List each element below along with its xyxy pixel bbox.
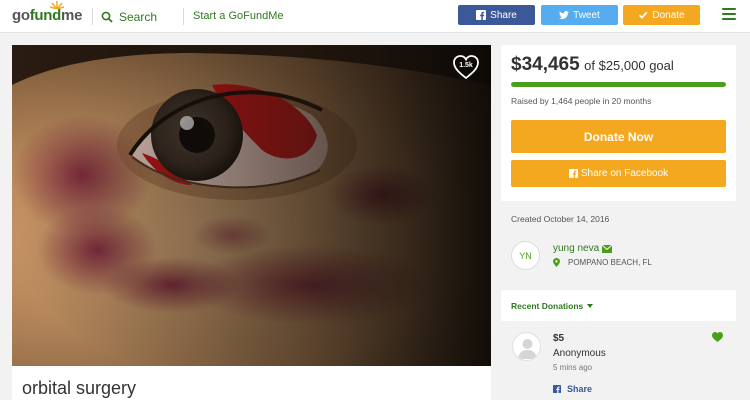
header-divider bbox=[92, 8, 93, 25]
share-on-facebook-button[interactable]: Share on Facebook bbox=[511, 160, 726, 187]
goal-text: of $25,000 goal bbox=[584, 58, 674, 73]
logo-fund-text: fund bbox=[29, 7, 62, 24]
user-silhouette-icon bbox=[518, 339, 537, 359]
start-gofundme-link[interactable]: Start a GoFundMe bbox=[193, 10, 284, 22]
facebook-icon bbox=[553, 385, 561, 393]
facebook-share-label: Share bbox=[490, 9, 517, 21]
donation-amount: $5 bbox=[553, 333, 565, 344]
donation-time: 5 mins ago bbox=[553, 363, 593, 372]
logo-burst-icon bbox=[50, 1, 64, 9]
search-icon bbox=[101, 11, 113, 23]
organizer-avatar: YN bbox=[511, 241, 540, 270]
donation-summary-card: $34,465 of $25,000 goal Raised by 1,464 … bbox=[501, 45, 736, 201]
organizer-name-link[interactable]: yung neva bbox=[553, 243, 613, 254]
header-donate-button[interactable]: Donate bbox=[623, 5, 700, 25]
header-donate-label: Donate bbox=[652, 9, 685, 21]
raised-amount: $34,465 bbox=[511, 54, 580, 75]
recent-donations-header[interactable]: Recent Donations bbox=[501, 290, 736, 321]
facebook-icon bbox=[568, 169, 578, 178]
twitter-icon bbox=[559, 11, 570, 19]
campaign-title-card: orbital surgery bbox=[12, 366, 491, 400]
facebook-icon bbox=[476, 10, 487, 20]
donation-share-button[interactable]: Share bbox=[553, 384, 592, 394]
logo-me-text: me bbox=[61, 7, 83, 24]
gofundme-logo[interactable]: gofundme bbox=[12, 1, 83, 24]
progress-bar bbox=[511, 82, 726, 87]
header-divider bbox=[183, 8, 184, 25]
share-on-facebook-label: Share on Facebook bbox=[580, 168, 669, 179]
heart-icon[interactable] bbox=[712, 332, 723, 342]
recent-donations-toggle[interactable]: Recent Donations bbox=[511, 301, 594, 311]
campaign-photo bbox=[12, 45, 491, 366]
tweet-label: Tweet bbox=[573, 9, 600, 21]
tweet-button[interactable]: Tweet bbox=[541, 5, 618, 25]
search-label: Search bbox=[119, 9, 158, 24]
hamburger-menu-icon[interactable] bbox=[722, 8, 736, 22]
recent-donations-label: Recent Donations bbox=[511, 301, 584, 311]
heart-count: 1.5k bbox=[459, 62, 473, 69]
raised-by-text: Raised by 1,464 people in 20 months bbox=[511, 96, 652, 106]
envelope-icon[interactable] bbox=[602, 244, 613, 253]
organizer-location: POMPANO BEACH, FL bbox=[553, 258, 652, 267]
campaign-title: orbital surgery bbox=[22, 378, 137, 398]
organizer-location-text: POMPANO BEACH, FL bbox=[568, 258, 652, 267]
caret-down-icon bbox=[587, 304, 594, 308]
facebook-share-button[interactable]: Share bbox=[458, 5, 535, 25]
donor-avatar bbox=[512, 332, 541, 361]
top-navbar: gofundme Search Start a GoFundMe Share T… bbox=[0, 0, 750, 33]
organizer-name: yung neva bbox=[553, 243, 600, 254]
search-button[interactable]: Search bbox=[101, 8, 157, 25]
progress-fill bbox=[511, 82, 726, 87]
raised-line: $34,465 of $25,000 goal bbox=[511, 54, 674, 76]
donor-name: Anonymous bbox=[553, 348, 606, 359]
donate-now-button[interactable]: Donate Now bbox=[511, 120, 726, 153]
donation-share-label: Share bbox=[567, 384, 593, 394]
created-date: Created October 14, 2016 bbox=[511, 214, 610, 224]
location-pin-icon bbox=[553, 258, 560, 267]
checkmark-icon bbox=[639, 11, 648, 19]
logo-go-text: go bbox=[12, 7, 30, 24]
